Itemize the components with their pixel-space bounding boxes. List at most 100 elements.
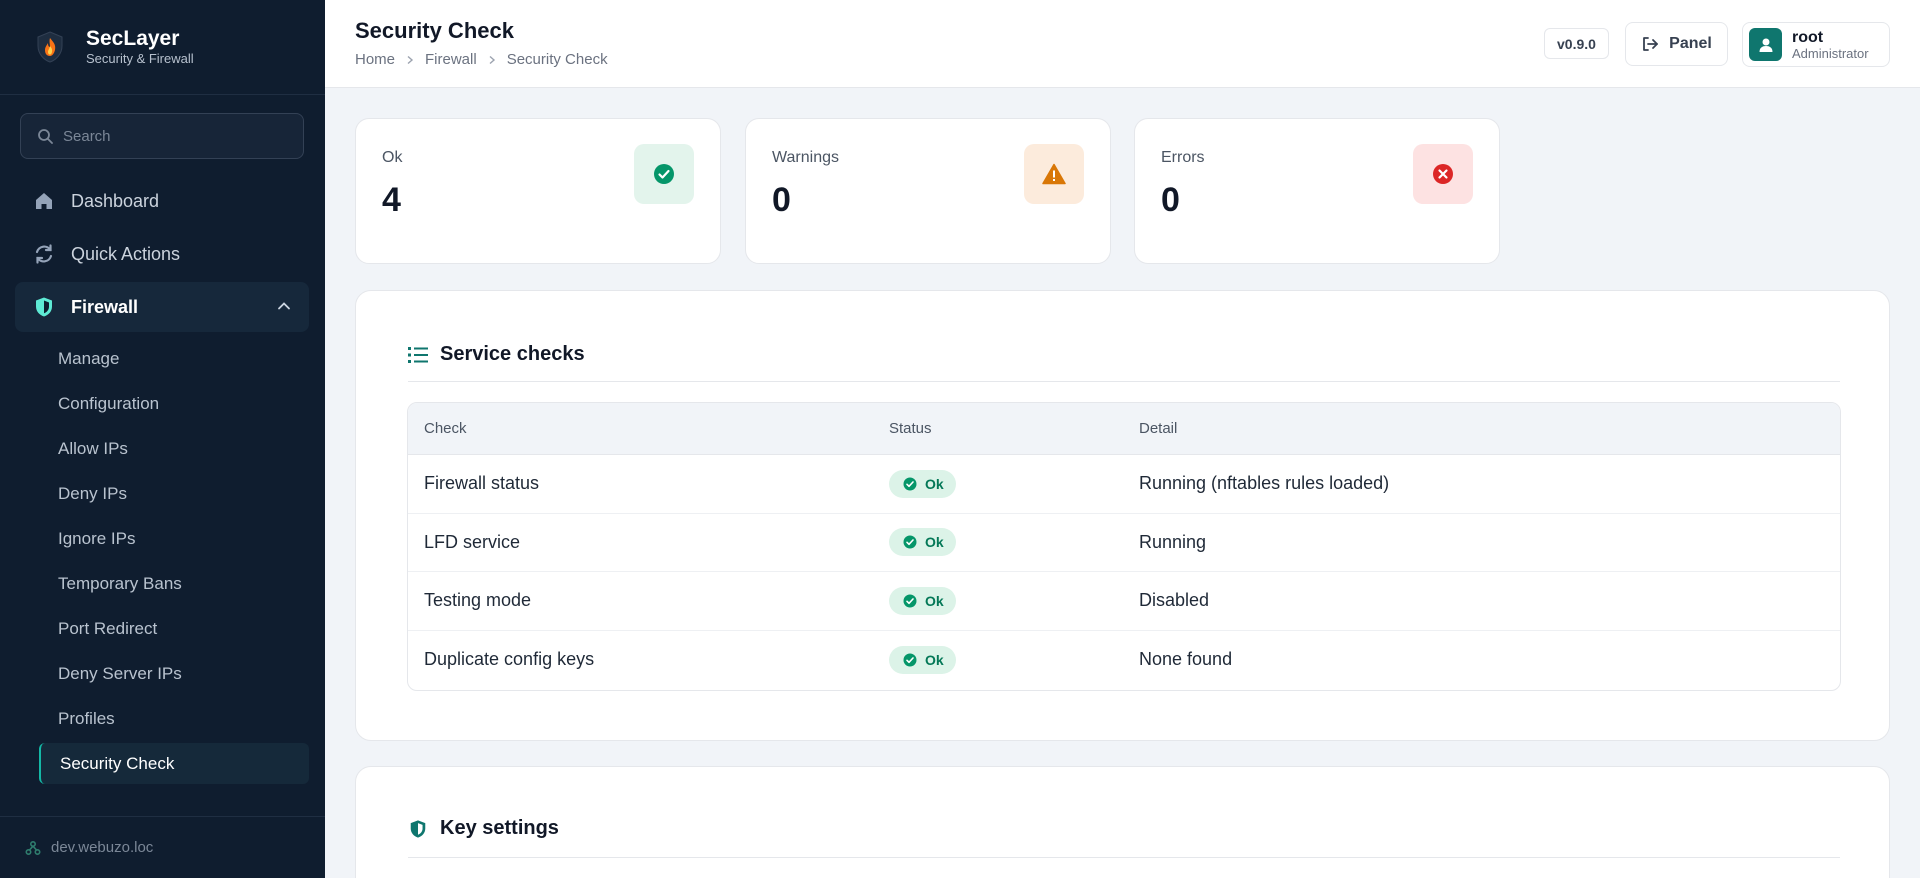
sidebar-item-manage[interactable]: Manage <box>15 338 309 379</box>
top-header: Security Check Home Firewall Security Ch… <box>325 0 1920 88</box>
status-label: Ok <box>925 651 944 668</box>
stat-label: Errors <box>1161 149 1205 166</box>
status-badge: Ok <box>889 586 956 615</box>
x-circle-icon <box>1413 144 1473 204</box>
panel-button-label: Panel <box>1669 35 1712 52</box>
sidebar-item-deny-ips[interactable]: Deny IPs <box>15 473 309 514</box>
list-icon <box>408 346 428 364</box>
sidebar-item-label: Quick Actions <box>71 243 181 264</box>
check-detail: Running (nftables rules loaded) <box>1139 473 1390 494</box>
sidebar-item-label: Dashboard <box>71 190 160 211</box>
sidebar-item-port-redirect[interactable]: Port Redirect <box>15 608 309 649</box>
stat-value: 0 <box>1161 181 1180 219</box>
home-icon <box>33 190 55 212</box>
sidebar-item-security-check[interactable]: Security Check <box>39 743 309 784</box>
logout-icon <box>1641 35 1659 53</box>
sidebar-nav: Dashboard Quick Actions Firewall Manage … <box>15 176 309 788</box>
search-box[interactable] <box>20 113 304 159</box>
status-badge: Ok <box>889 469 956 498</box>
server-network-icon <box>25 840 41 856</box>
sidebar-item-label: Firewall <box>71 296 139 317</box>
check-circle-icon <box>903 594 917 608</box>
server-host: dev.webuzo.loc <box>0 816 325 878</box>
brand-name: SecLayer <box>86 27 180 50</box>
card-title-text: Service checks <box>440 343 585 365</box>
chevron-up-icon[interactable] <box>277 297 291 318</box>
stat-card-warnings: Warnings 0 <box>745 118 1111 264</box>
status-label: Ok <box>925 534 944 551</box>
check-circle-icon <box>903 535 917 549</box>
flame-shield-logo-icon <box>34 29 66 65</box>
stat-value: 4 <box>382 181 401 219</box>
shield-icon <box>33 296 55 318</box>
refresh-icon <box>33 243 55 265</box>
breadcrumb-firewall[interactable]: Firewall <box>425 51 477 68</box>
sidebar-item-allow-ips[interactable]: Allow IPs <box>15 428 309 469</box>
page-title: Security Check <box>355 18 514 43</box>
user-role: Administrator <box>1792 45 1869 61</box>
check-detail: None found <box>1139 649 1233 670</box>
breadcrumb: Home Firewall Security Check <box>355 51 608 68</box>
user-menu[interactable]: root Administrator <box>1742 22 1890 67</box>
column-header-detail: Detail <box>1139 420 1178 437</box>
column-header-status: Status <box>889 420 932 437</box>
chevron-right-icon <box>487 55 497 65</box>
brand[interactable]: SecLayer Security & Firewall <box>0 0 325 95</box>
stat-label: Ok <box>382 149 403 166</box>
check-name: Testing mode <box>424 590 532 611</box>
check-detail: Running <box>1139 531 1207 552</box>
stat-card-errors: Errors 0 <box>1134 118 1500 264</box>
user-name: root <box>1792 28 1824 46</box>
table-row: Duplicate config keys Ok None found <box>408 631 1840 690</box>
breadcrumb-current: Security Check <box>506 51 608 68</box>
service-checks-table: Check Status Detail Firewall status Ok R… <box>407 402 1841 691</box>
search-icon <box>37 128 53 144</box>
table-header: Check Status Detail <box>408 403 1840 455</box>
check-circle-icon <box>903 477 917 491</box>
sidebar-item-configuration[interactable]: Configuration <box>15 383 309 424</box>
sidebar-item-ignore-ips[interactable]: Ignore IPs <box>15 518 309 559</box>
host-label: dev.webuzo.loc <box>51 839 154 856</box>
shield-icon <box>408 818 428 840</box>
firewall-subnav: Manage Configuration Allow IPs Deny IPs … <box>15 338 309 784</box>
sidebar-item-temporary-bans[interactable]: Temporary Bans <box>15 563 309 604</box>
check-name: Duplicate config keys <box>424 649 595 670</box>
table-row: Firewall status Ok Running (nftables rul… <box>408 455 1840 514</box>
warning-triangle-icon <box>1024 144 1084 204</box>
sidebar: SecLayer Security & Firewall Dashboard Q… <box>0 0 325 878</box>
check-circle-icon <box>634 144 694 204</box>
column-header-check: Check <box>424 420 467 437</box>
divider <box>408 857 1840 858</box>
table-row: Testing mode Ok Disabled <box>408 572 1840 631</box>
card-title: Key settings <box>408 817 559 840</box>
stat-card-ok: Ok 4 <box>355 118 721 264</box>
status-label: Ok <box>925 592 944 609</box>
breadcrumb-home[interactable]: Home <box>355 51 395 68</box>
check-detail: Disabled <box>1139 590 1210 611</box>
search-input[interactable] <box>63 127 283 145</box>
card-title-text: Key settings <box>440 817 559 839</box>
key-settings-card: Key settings <box>355 766 1890 878</box>
check-name: LFD service <box>424 531 521 552</box>
service-checks-card: Service checks Check Status Detail Firew… <box>355 290 1890 741</box>
sidebar-item-deny-server-ips[interactable]: Deny Server IPs <box>15 653 309 694</box>
check-name: Firewall status <box>424 473 540 494</box>
sidebar-item-firewall[interactable]: Firewall <box>15 282 309 332</box>
check-circle-icon <box>903 653 917 667</box>
divider <box>408 381 1840 382</box>
version-badge: v0.9.0 <box>1544 28 1609 59</box>
stat-label: Warnings <box>772 149 839 166</box>
status-badge: Ok <box>889 528 956 557</box>
card-title: Service checks <box>408 343 585 366</box>
status-label: Ok <box>925 475 944 492</box>
panel-button[interactable]: Panel <box>1625 22 1728 66</box>
sidebar-item-quick-actions[interactable]: Quick Actions <box>15 229 309 279</box>
brand-subtitle: Security & Firewall <box>86 51 194 66</box>
stat-value: 0 <box>772 181 791 219</box>
sidebar-item-profiles[interactable]: Profiles <box>15 698 309 739</box>
table-row: LFD service Ok Running <box>408 514 1840 572</box>
status-badge: Ok <box>889 645 956 674</box>
user-avatar-icon <box>1749 28 1782 61</box>
chevron-right-icon <box>405 55 415 65</box>
sidebar-item-dashboard[interactable]: Dashboard <box>15 176 309 226</box>
